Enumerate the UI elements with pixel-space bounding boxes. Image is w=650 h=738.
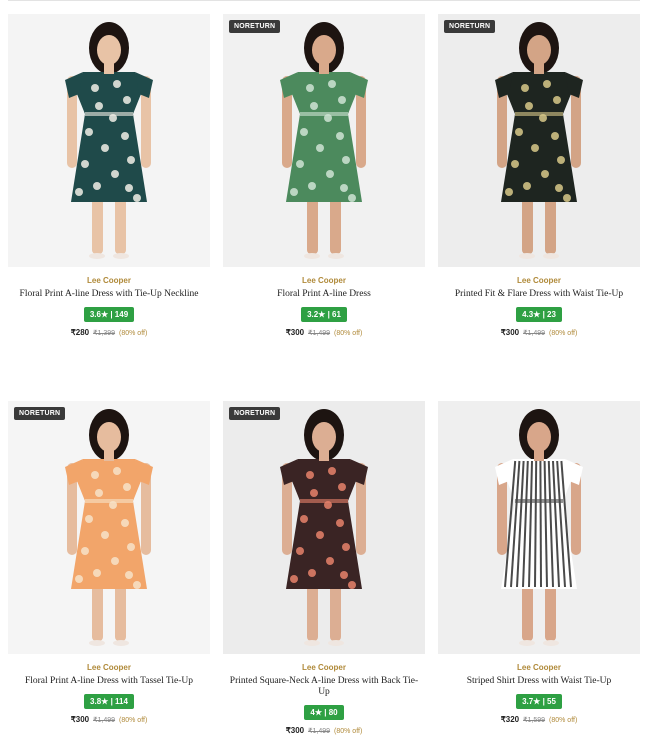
original-price: ₹1,499	[93, 717, 116, 724]
noreturn-badge: NORETURN	[229, 20, 281, 33]
original-price: ₹1,499	[308, 728, 331, 735]
product-card[interactable]: Lee Cooper Floral Print A-line Dress wit…	[8, 14, 210, 337]
product-image[interactable]: NORETURN	[438, 14, 640, 267]
product-brand: Lee Cooper	[516, 663, 561, 672]
original-price: ₹1,399	[93, 330, 116, 337]
price-row: ₹300 ₹1,499 (80% off)	[8, 715, 210, 724]
price-row: ₹300 ₹1,499 (80% off)	[223, 328, 425, 337]
dress-shape	[71, 459, 147, 589]
current-price: ₹300	[500, 328, 520, 337]
product-title[interactable]: Floral Print A-line Dress with Tassel Ti…	[8, 676, 210, 687]
rating-badge: 3.2★ | 61	[301, 307, 347, 322]
model-illustration	[65, 22, 153, 259]
model-illustration	[280, 409, 368, 646]
model-illustration	[495, 409, 583, 646]
product-title[interactable]: Printed Fit & Flare Dress with Waist Tie…	[438, 289, 640, 300]
product-card[interactable]: NORETURN Lee Cooper Floral Print A-line …	[8, 401, 210, 724]
rating-badge: 3.7★ | 55	[516, 694, 562, 709]
noreturn-badge: NORETURN	[444, 20, 496, 33]
model-illustration	[495, 22, 583, 259]
discount-label: (80% off)	[119, 717, 148, 724]
product-image[interactable]: NORETURN	[223, 14, 425, 267]
model-illustration	[280, 22, 368, 259]
product-image[interactable]: NORETURN	[223, 401, 425, 654]
discount-label: (80% off)	[334, 330, 363, 337]
product-brand: Lee Cooper	[86, 276, 131, 285]
product-brand: Lee Cooper	[301, 663, 346, 672]
product-card[interactable]: Lee Cooper Striped Shirt Dress with Wais…	[438, 401, 640, 724]
product-title[interactable]: Printed Square-Neck A-line Dress with Ba…	[223, 676, 425, 698]
product-brand: Lee Cooper	[301, 276, 346, 285]
rating-badge: 4★ | 80	[304, 705, 344, 720]
discount-label: (80% off)	[549, 717, 578, 724]
discount-label: (80% off)	[334, 728, 363, 735]
dress-shape	[71, 72, 147, 202]
product-image[interactable]: NORETURN	[8, 401, 210, 654]
product-card[interactable]: NORETURN Lee Cooper Printed Fit & Flare …	[438, 14, 640, 337]
dress-shape	[286, 72, 362, 202]
product-card[interactable]: NORETURN Lee Cooper Printed Square-Neck …	[223, 401, 425, 735]
dress-shape	[501, 72, 577, 202]
price-row: ₹320 ₹1,599 (80% off)	[438, 715, 640, 724]
price-row: ₹300 ₹1,499 (80% off)	[438, 328, 640, 337]
product-grid: Lee Cooper Floral Print A-line Dress wit…	[0, 0, 650, 738]
product-image[interactable]	[8, 14, 210, 267]
dress-shape	[286, 459, 362, 589]
original-price: ₹1,499	[523, 330, 546, 337]
current-price: ₹300	[285, 328, 305, 337]
price-row: ₹280 ₹1,399 (80% off)	[8, 328, 210, 337]
discount-label: (80% off)	[119, 330, 148, 337]
rating-badge: 4.3★ | 23	[516, 307, 562, 322]
product-brand: Lee Cooper	[86, 663, 131, 672]
product-title[interactable]: Floral Print A-line Dress	[223, 289, 425, 300]
noreturn-badge: NORETURN	[14, 407, 66, 420]
current-price: ₹320	[500, 715, 520, 724]
original-price: ₹1,599	[523, 717, 546, 724]
discount-label: (80% off)	[549, 330, 578, 337]
price-row: ₹300 ₹1,499 (80% off)	[223, 726, 425, 735]
product-brand: Lee Cooper	[516, 276, 561, 285]
product-card[interactable]: NORETURN Lee Cooper Floral Print A-line …	[223, 14, 425, 337]
product-image[interactable]	[438, 401, 640, 654]
noreturn-badge: NORETURN	[229, 407, 281, 420]
current-price: ₹300	[285, 726, 305, 735]
model-illustration	[65, 409, 153, 646]
rating-badge: 3.6★ | 149	[83, 307, 135, 322]
current-price: ₹300	[70, 715, 90, 724]
original-price: ₹1,499	[308, 330, 331, 337]
product-title[interactable]: Floral Print A-line Dress with Tie-Up Ne…	[8, 289, 210, 300]
current-price: ₹280	[70, 328, 90, 337]
rating-badge: 3.8★ | 114	[84, 694, 134, 709]
product-title[interactable]: Striped Shirt Dress with Waist Tie-Up	[438, 676, 640, 687]
